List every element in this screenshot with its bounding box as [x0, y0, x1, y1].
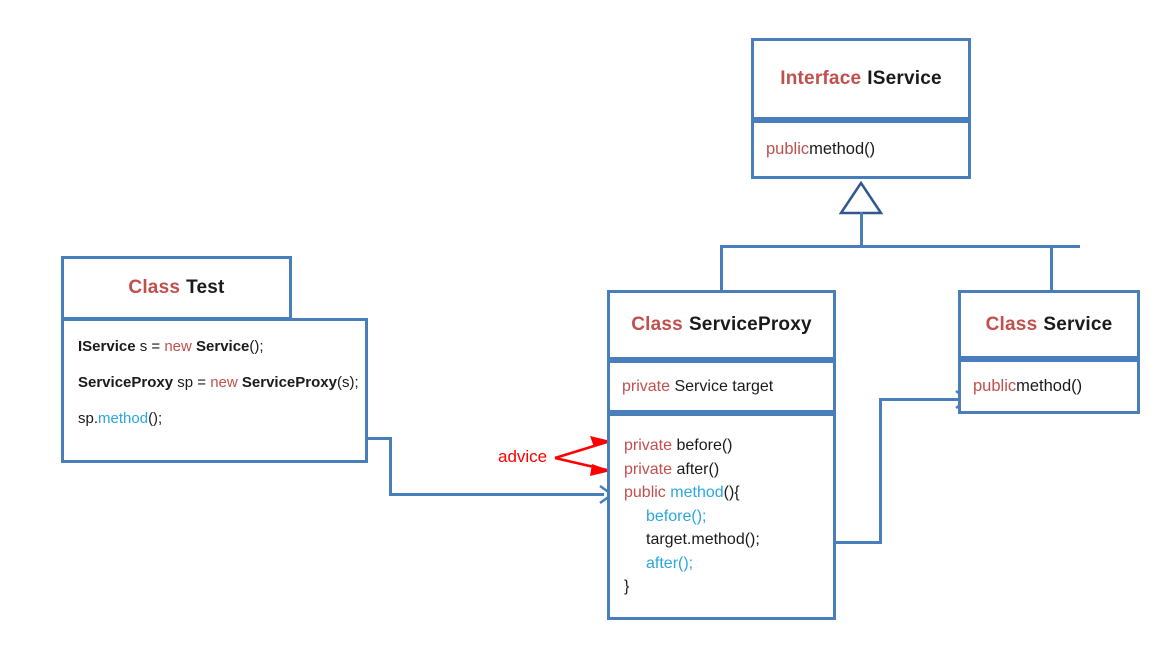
service-method-signature: method() [1016, 377, 1083, 396]
serviceproxy-close-brace: } [624, 575, 833, 599]
test-call-seg3 [389, 493, 604, 496]
interface-iservice-stereotype: Interface [780, 68, 862, 89]
m2-name: method [670, 484, 724, 501]
line1-ctor: Service [196, 338, 250, 355]
close-brace: } [624, 578, 630, 595]
target-call-seg2 [879, 398, 882, 544]
serviceproxy-method-2: public method(){ [624, 481, 833, 505]
line3-call: method [98, 410, 149, 427]
m2-tail: (){ [723, 484, 740, 501]
serviceproxy-field-line: private Service target [622, 377, 774, 395]
serviceproxy-method-1: private after() [624, 458, 833, 482]
line1-var: s = [135, 338, 165, 355]
class-serviceproxy-stereotype: Class [631, 314, 683, 335]
line2-var: sp = [173, 374, 211, 391]
interface-iservice-method-line: publicmethod() [766, 141, 875, 158]
line1-type: IService [78, 338, 136, 355]
line2-ctor: ServiceProxy [241, 374, 337, 391]
class-serviceproxy-methods[interactable]: private before() private after() public … [607, 413, 836, 620]
generalization-bus [720, 245, 1080, 248]
line2-type: ServiceProxy [78, 374, 174, 391]
m0-modifier: private [624, 437, 673, 454]
serviceproxy-body-1: target.method(); [624, 528, 833, 552]
interface-iservice-name: IService [867, 68, 942, 89]
diagram-canvas: advice Interface IService publicmethod()… [0, 0, 1172, 645]
class-test-body[interactable]: IService s = new Service(); ServiceProxy… [61, 318, 368, 463]
test-call-seg2 [389, 437, 392, 495]
field-modifier: private [622, 377, 671, 395]
line1-tail: (); [249, 338, 264, 355]
class-service-header[interactable]: Class Service [958, 290, 1140, 359]
class-serviceproxy-header[interactable]: Class ServiceProxy [607, 290, 836, 360]
class-test-line-1: IService s = new Service(); [78, 339, 365, 354]
serviceproxy-body-0: before(); [624, 505, 833, 529]
class-test-line-3: sp.method(); [78, 411, 365, 426]
line3-tail: (); [148, 410, 163, 427]
line2-tail: (s); [336, 374, 359, 391]
field-text: Service target [674, 377, 774, 395]
b2-call: after [646, 554, 679, 572]
generalization-drop-left [720, 245, 723, 291]
interface-iservice-method-signature: method() [809, 140, 876, 159]
b1-call: target.method(); [646, 531, 760, 548]
class-service-stereotype: Class [985, 313, 1038, 335]
class-service-name: Service [1043, 313, 1113, 335]
class-serviceproxy-name: ServiceProxy [688, 314, 812, 335]
b2-tail: (); [678, 554, 694, 572]
m1-name: after() [676, 460, 720, 478]
class-test-name: Test [186, 277, 225, 298]
interface-iservice-members[interactable]: publicmethod() [751, 120, 971, 179]
b0-tail: (); [691, 507, 707, 525]
m0-name: before() [676, 437, 733, 454]
class-test-line-2: ServiceProxy sp = new ServiceProxy(s); [78, 375, 365, 390]
interface-iservice-method-modifier: public [766, 140, 810, 159]
class-test-header[interactable]: Class Test [61, 256, 292, 320]
generalization-drop-right [1050, 245, 1053, 291]
b0-call: before [646, 507, 692, 525]
m1-modifier: private [624, 460, 673, 478]
line3-obj: sp. [78, 410, 99, 427]
line2-kw: new [210, 374, 238, 391]
m2-modifier: public [624, 484, 666, 501]
target-call-seg3 [879, 398, 961, 401]
serviceproxy-body-2: after(); [624, 552, 833, 576]
service-method-modifier: public [973, 377, 1017, 396]
class-serviceproxy-field[interactable]: private Service target [607, 360, 836, 413]
class-service-members[interactable]: publicmethod() [958, 359, 1140, 414]
serviceproxy-method-0: private before() [624, 434, 833, 458]
line1-kw: new [164, 338, 192, 355]
advice-label: advice [498, 447, 548, 466]
generalization-trunk [860, 212, 863, 247]
class-test-stereotype: Class [128, 277, 181, 298]
service-method-line: publicmethod() [973, 378, 1082, 395]
interface-iservice-header[interactable]: Interface IService [751, 38, 971, 120]
